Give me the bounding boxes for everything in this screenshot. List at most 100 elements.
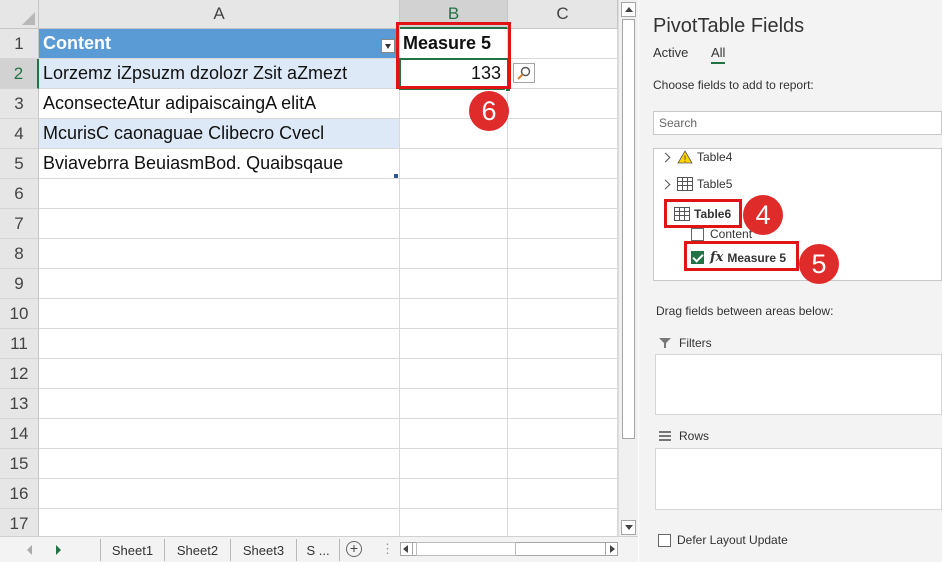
cell-a3[interactable]: AconsecteAtur adipaiscaingA elitA: [39, 89, 400, 119]
cell-a5[interactable]: Bviavebrra BeuiasmBod. Quaibsqaue: [39, 149, 400, 179]
sheet-tab-sheet2[interactable]: Sheet2: [164, 539, 230, 561]
grid-cell[interactable]: [508, 419, 618, 449]
grid-cell[interactable]: [508, 179, 618, 209]
grid-cell[interactable]: [508, 209, 618, 239]
grid-cell[interactable]: [508, 449, 618, 479]
grid-cell[interactable]: [400, 419, 508, 449]
grid-cell[interactable]: [39, 359, 400, 389]
grid-cell[interactable]: [400, 449, 508, 479]
field-table4[interactable]: ! Table4: [662, 150, 732, 164]
grid-cell[interactable]: [400, 269, 508, 299]
grid-cell[interactable]: [39, 449, 400, 479]
grid-cell[interactable]: [39, 299, 400, 329]
row-header[interactable]: 16: [0, 479, 39, 509]
scroll-up-button[interactable]: [621, 2, 636, 17]
grid-cell[interactable]: [508, 359, 618, 389]
grid-cell[interactable]: [508, 389, 618, 419]
expand-chevron-icon[interactable]: [662, 152, 671, 162]
add-sheet-icon[interactable]: +: [346, 541, 362, 557]
tab-splitter-icon[interactable]: ⋮: [381, 541, 394, 557]
grid-cell[interactable]: [508, 479, 618, 509]
row-header[interactable]: 12: [0, 359, 39, 389]
content-checkbox[interactable]: [691, 227, 704, 241]
scroll-right-button[interactable]: [605, 542, 618, 556]
rows-drop-area[interactable]: [655, 448, 942, 510]
row-header[interactable]: 9: [0, 269, 39, 299]
prev-sheet-icon[interactable]: [27, 545, 32, 555]
expand-chevron-icon[interactable]: [660, 179, 671, 189]
scroll-thumb[interactable]: [622, 19, 635, 439]
grid-cell[interactable]: [39, 179, 400, 209]
grid-cell[interactable]: [508, 89, 618, 119]
next-sheet-icon[interactable]: [56, 545, 61, 555]
filters-drop-area[interactable]: [655, 354, 942, 415]
grid-cell[interactable]: [39, 209, 400, 239]
grid-cell[interactable]: [508, 149, 618, 179]
tab-active[interactable]: Active: [653, 45, 688, 60]
grid-cell[interactable]: [400, 179, 508, 209]
cell-a4[interactable]: McurisC caonaguae Clibecro Cvecl: [39, 119, 400, 149]
row-header[interactable]: 4: [0, 119, 39, 149]
grid-cell[interactable]: [400, 209, 508, 239]
vertical-scrollbar[interactable]: [618, 0, 638, 536]
row-header[interactable]: 1: [0, 29, 39, 59]
filter-dropdown-icon[interactable]: [381, 39, 395, 53]
defer-layout-update[interactable]: Defer Layout Update: [658, 533, 788, 547]
grid-cell[interactable]: [39, 419, 400, 449]
grid-cell[interactable]: [39, 509, 400, 536]
grid-cell[interactable]: [39, 239, 400, 269]
row-header[interactable]: 14: [0, 419, 39, 449]
quick-analysis-button[interactable]: [513, 63, 535, 83]
grid-cell[interactable]: [39, 479, 400, 509]
row-header[interactable]: 7: [0, 209, 39, 239]
grid-cell[interactable]: [508, 299, 618, 329]
sheet-tab-sheet3[interactable]: Sheet3: [230, 539, 296, 561]
grid-cell[interactable]: [508, 119, 618, 149]
sheet-tab-more[interactable]: S ...: [296, 539, 340, 561]
row-header[interactable]: 3: [0, 89, 39, 119]
scroll-down-button[interactable]: [621, 520, 636, 535]
grid-cell[interactable]: [39, 329, 400, 359]
grid-cell[interactable]: [400, 509, 508, 536]
field-content[interactable]: Content: [691, 227, 752, 241]
grid-cell[interactable]: [39, 389, 400, 419]
cell-a1[interactable]: Content: [39, 29, 400, 59]
grid-cell[interactable]: [508, 329, 618, 359]
defer-checkbox[interactable]: [658, 533, 671, 547]
row-header[interactable]: 2: [0, 59, 39, 89]
scroll-left-button[interactable]: [400, 542, 413, 556]
row-header[interactable]: 11: [0, 329, 39, 359]
grid-cell[interactable]: [400, 149, 508, 179]
tab-all[interactable]: All: [711, 45, 725, 60]
table-resize-handle[interactable]: [394, 174, 398, 178]
column-header-c[interactable]: C: [508, 0, 618, 29]
grid-cell[interactable]: [508, 239, 618, 269]
horizontal-scroll-thumb[interactable]: [416, 542, 516, 556]
annotation-box-measure5: [684, 241, 799, 271]
grid-cell[interactable]: [508, 29, 618, 59]
grid-cell[interactable]: [400, 389, 508, 419]
cell-a2[interactable]: Lorzemz iZpsuzm dzolozr Zsit aZmezt: [39, 59, 400, 89]
field-table5[interactable]: Table5: [660, 177, 732, 191]
row-header[interactable]: 5: [0, 149, 39, 179]
spreadsheet-grid[interactable]: A B C 1 2 3 4 5 6 7 8 9 10 11 12 13 14 15 16 17 Content …: [0, 0, 618, 536]
select-all-corner[interactable]: [0, 0, 39, 29]
field-content-label: Content: [710, 227, 753, 241]
row-header[interactable]: 10: [0, 299, 39, 329]
row-header[interactable]: 13: [0, 389, 39, 419]
grid-cell[interactable]: [400, 329, 508, 359]
row-header[interactable]: 17: [0, 509, 39, 536]
grid-cell[interactable]: [400, 299, 508, 329]
row-header[interactable]: 15: [0, 449, 39, 479]
sheet-tab-sheet1[interactable]: Sheet1: [100, 539, 164, 561]
grid-cell[interactable]: [400, 239, 508, 269]
column-header-a[interactable]: A: [39, 0, 400, 29]
search-input[interactable]: Search: [653, 111, 942, 135]
grid-cell[interactable]: [508, 269, 618, 299]
grid-cell[interactable]: [508, 509, 618, 536]
grid-cell[interactable]: [39, 269, 400, 299]
grid-cell[interactable]: [400, 479, 508, 509]
row-header[interactable]: 8: [0, 239, 39, 269]
row-header[interactable]: 6: [0, 179, 39, 209]
grid-cell[interactable]: [400, 359, 508, 389]
